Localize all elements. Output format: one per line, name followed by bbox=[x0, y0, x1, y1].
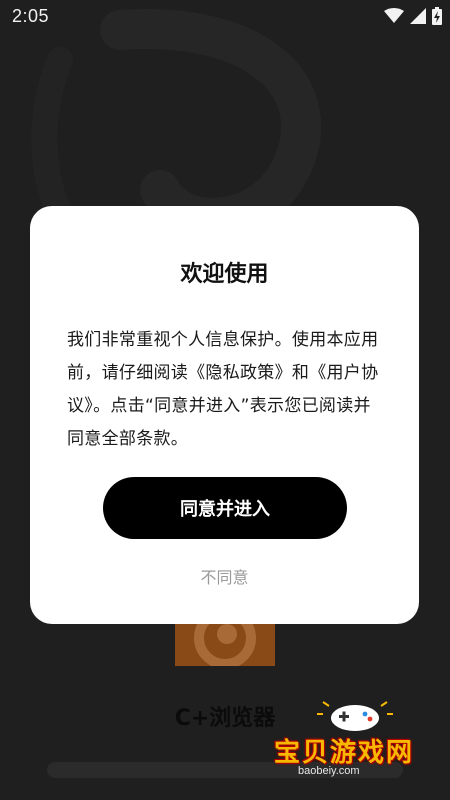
watermark-url: baobeiy.com bbox=[298, 765, 360, 777]
gamepad-logo-icon bbox=[317, 701, 393, 731]
wifi-icon bbox=[384, 8, 404, 23]
battery-charging-icon bbox=[432, 7, 442, 25]
privacy-dialog: 欢迎使用 我们非常重视个人信息保护。使用本应用前，请仔细阅读《隐私政策》和《用户… bbox=[30, 206, 419, 624]
watermark-title: 宝贝游戏网 bbox=[274, 738, 415, 768]
status-time: 2:05 bbox=[12, 6, 50, 26]
watermark: 宝贝游戏网 baobeiy.com bbox=[270, 700, 440, 790]
status-icons bbox=[384, 7, 442, 25]
dialog-body-text: 我们非常重视个人信息保护。使用本应用前，请仔细阅读《隐私政策》和《用户协议》。点… bbox=[67, 330, 379, 449]
dialog-title: 欢迎使用 bbox=[180, 262, 269, 287]
status-bar: 2:05 bbox=[0, 0, 450, 34]
signal-icon bbox=[410, 8, 426, 24]
screen: 2:05 C+浏览器 宝贝游戏网 baobeiy.com 欢迎使用 我们非常重视… bbox=[0, 0, 450, 800]
agree-and-enter-button[interactable]: 同意并进入 bbox=[103, 477, 347, 539]
disagree-button[interactable]: 不同意 bbox=[30, 564, 419, 588]
